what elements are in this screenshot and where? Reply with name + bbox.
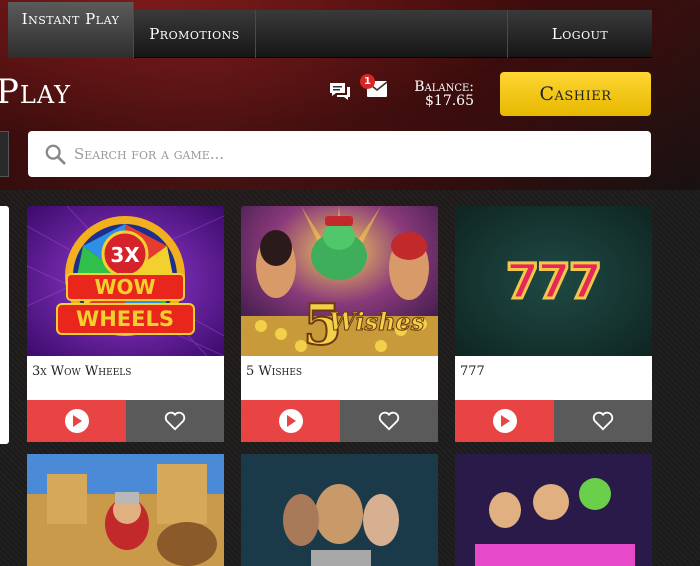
play-button[interactable]: [455, 400, 554, 442]
svg-text:777: 777: [506, 254, 600, 310]
game-card: 5 Wishes 5 Wishes: [241, 206, 438, 442]
game-card: 3X WOW WHEELS 3x Wow Wheels: [27, 206, 224, 442]
svg-text:WOW: WOW: [94, 275, 155, 299]
heart-icon: [592, 411, 614, 431]
balance-value: $17.65: [425, 93, 474, 109]
chat-icon[interactable]: [328, 80, 352, 104]
cashier-button[interactable]: Cashier: [500, 72, 651, 116]
favorite-button[interactable]: [340, 400, 438, 442]
svg-text:3X: 3X: [110, 243, 140, 267]
play-icon: [64, 409, 89, 433]
search-bar: [28, 131, 651, 177]
game-thumbnail-achilles[interactable]: [241, 454, 438, 566]
page-title: Play: [0, 72, 72, 112]
top-nav: Instant Play Promotions Logout: [8, 2, 652, 58]
heart-icon: [378, 411, 400, 431]
left-drawer-tab[interactable]: [0, 131, 9, 177]
play-button[interactable]: [27, 400, 126, 442]
nav-promotions[interactable]: Promotions: [134, 10, 256, 58]
side-panel[interactable]: [0, 206, 9, 444]
game-thumbnail-aladdin[interactable]: [455, 454, 652, 566]
balance-display: Balance: $17.65: [398, 80, 474, 108]
game-card: 777 777: [455, 206, 652, 442]
nav-logout[interactable]: Logout: [508, 10, 652, 58]
search-input[interactable]: [74, 145, 614, 163]
svg-text:Wishes: Wishes: [329, 307, 425, 336]
heart-icon: [164, 411, 186, 431]
favorite-button[interactable]: [126, 400, 224, 442]
play-icon: [278, 409, 303, 433]
game-title: 5 Wishes: [241, 356, 438, 400]
game-thumbnail-777[interactable]: 777: [455, 206, 652, 356]
game-thumbnail-5-wishes[interactable]: 5 Wishes: [241, 206, 438, 356]
nav-instant-play[interactable]: Instant Play: [8, 2, 134, 58]
game-title: 777: [455, 356, 652, 400]
search-icon: [45, 144, 66, 165]
game-thumbnail-gladiator[interactable]: [27, 454, 224, 566]
game-title: 3x Wow Wheels: [27, 356, 224, 400]
favorite-button[interactable]: [554, 400, 652, 442]
balance-label: Balance:: [414, 79, 474, 95]
svg-text:WHEELS: WHEELS: [76, 307, 174, 331]
notification-badge: 1: [360, 74, 375, 89]
play-icon: [492, 409, 517, 433]
play-button[interactable]: [241, 400, 340, 442]
nav-spacer: [256, 10, 508, 58]
game-thumbnail-3x-wow-wheels[interactable]: 3X WOW WHEELS: [27, 206, 224, 356]
